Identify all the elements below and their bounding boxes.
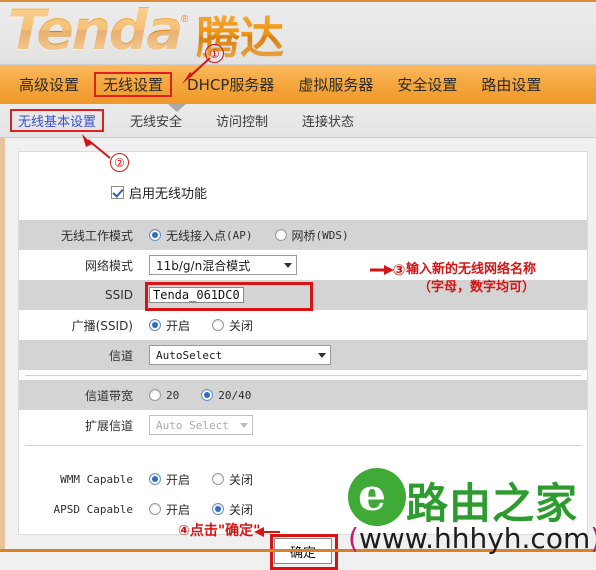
enable-wireless-label: 启用无线功能 xyxy=(129,186,208,202)
spacer-1 xyxy=(19,206,587,220)
network-mode-label: 网络模式 xyxy=(84,258,133,273)
subnav-item-access-control[interactable]: 访问控制 xyxy=(208,109,276,132)
broadcast-radio-group: 开启 关闭 xyxy=(149,317,275,334)
broadcast-option-off[interactable]: 关闭 xyxy=(212,317,253,334)
nav-item-wireless[interactable]: 无线设置 xyxy=(94,72,173,97)
broadcast-option-on[interactable]: 开启 xyxy=(149,317,190,334)
apsd-off-label: 关闭 xyxy=(229,502,254,517)
watermark-url-open-paren: ( xyxy=(348,522,359,555)
ssid-field-wrapper: Tenda_061DC0 xyxy=(145,281,313,311)
channel-bandwidth-row: 信道带宽 20 20/40 xyxy=(19,380,587,410)
wmm-option-on[interactable]: 开启 xyxy=(149,471,190,488)
wmm-off-label: 关闭 xyxy=(229,472,254,487)
subnav-item-wireless-security[interactable]: 无线安全 xyxy=(122,109,190,132)
enable-wireless-row: 启用无线功能 xyxy=(19,178,587,206)
registered-trademark-icon: ® xyxy=(181,14,189,25)
work-mode-row: 无线工作模式 无线接入点 (AP) 网桥 (WDS) xyxy=(19,220,587,250)
apsd-on-radio[interactable] xyxy=(149,503,161,515)
work-mode-option-ap[interactable]: 无线接入点 (AP) xyxy=(149,227,253,244)
chevron-down-icon xyxy=(240,422,248,428)
broadcast-ssid-label: 广播(SSID) xyxy=(71,318,133,333)
wmm-on-label: 开启 xyxy=(166,472,191,487)
wmm-radio-group: 开启 关闭 xyxy=(149,471,275,488)
nav-item-virtual-server[interactable]: 虚拟服务器 xyxy=(289,72,382,97)
apsd-option-off[interactable]: 关闭 xyxy=(212,501,253,518)
wmm-on-radio[interactable] xyxy=(149,473,161,485)
wmm-off-radio[interactable] xyxy=(212,473,225,485)
work-mode-option-wds[interactable]: 网桥 (WDS) xyxy=(274,227,349,244)
work-mode-ap-suffix: (AP) xyxy=(226,228,253,242)
channel-bandwidth-2040-radio[interactable] xyxy=(201,389,214,401)
work-mode-wds-label: 网桥 xyxy=(291,228,316,243)
broadcast-ssid-row: 广播(SSID) 开启 关闭 xyxy=(19,310,587,340)
enable-wireless-checkbox[interactable] xyxy=(111,185,124,199)
network-mode-value: 11b/g/n混合模式 xyxy=(156,258,251,273)
spacer-2 xyxy=(19,450,587,464)
chevron-down-icon xyxy=(318,352,326,358)
main-navigation: 高级设置 无线设置 DHCP服务器 虚拟服务器 安全设置 路由设置 xyxy=(0,64,596,104)
ssid-input[interactable]: Tenda_061DC0 xyxy=(149,286,244,303)
channel-value: AutoSelect xyxy=(156,348,223,362)
annotation-marker-1: ① xyxy=(205,44,224,63)
work-mode-ap-label: 无线接入点 xyxy=(166,228,227,243)
nav-item-dhcp[interactable]: DHCP服务器 xyxy=(178,72,283,97)
channel-label: 信道 xyxy=(108,348,133,363)
site-watermark: e 路由之家 (www.hhhyh.com) xyxy=(348,468,596,555)
annotation-text-4: ④点击"确定" xyxy=(178,523,261,539)
watermark-url-text: www.hhhyh.com xyxy=(358,522,591,555)
channel-bandwidth-label: 信道带宽 xyxy=(84,388,133,403)
annotation-text-3-line1: 输入新的无线网络名称 xyxy=(406,262,537,277)
router-admin-page: Tenda ® 腾达 高级设置 无线设置 DHCP服务器 虚拟服务器 安全设置 … xyxy=(0,0,596,570)
channel-bandwidth-20-radio[interactable] xyxy=(149,389,161,401)
subnav-item-connection-status[interactable]: 连接状态 xyxy=(294,109,362,132)
ssid-label: SSID xyxy=(104,288,133,302)
work-mode-ap-radio[interactable] xyxy=(149,229,161,241)
broadcast-off-radio[interactable] xyxy=(212,319,225,331)
apsd-capable-label: APSD Capable xyxy=(53,502,133,516)
nav-item-routing[interactable]: 路由设置 xyxy=(472,72,550,97)
watermark-url: (www.hhhyh.com) xyxy=(348,522,596,555)
extension-channel-row: 扩展信道 Auto Select xyxy=(19,410,587,440)
work-mode-wds-radio[interactable] xyxy=(274,229,287,241)
channel-bandwidth-2040-label: 20/40 xyxy=(218,388,252,402)
section-divider-2 xyxy=(19,440,587,450)
active-tab-arrow-icon xyxy=(168,104,186,112)
wmm-option-off[interactable]: 关闭 xyxy=(212,471,253,488)
section-divider xyxy=(19,370,587,380)
brand-header: Tenda ® 腾达 xyxy=(0,0,596,64)
apsd-option-on[interactable]: 开启 xyxy=(149,501,190,518)
broadcast-on-label: 开启 xyxy=(166,318,191,333)
tenda-logo: Tenda xyxy=(8,0,183,62)
channel-bandwidth-option-2040[interactable]: 20/40 xyxy=(201,389,251,402)
extension-channel-value: Auto Select xyxy=(156,418,229,432)
work-mode-wds-suffix: (WDS) xyxy=(315,228,349,242)
channel-select[interactable]: AutoSelect xyxy=(149,345,331,365)
channel-bandwidth-20-label: 20 xyxy=(166,388,180,402)
work-mode-label: 无线工作模式 xyxy=(60,228,133,243)
network-mode-select[interactable]: 11b/g/n混合模式 xyxy=(149,255,297,275)
annotation-text-3-line2: （字母，数字均可） xyxy=(418,280,536,295)
apsd-off-radio[interactable] xyxy=(212,503,225,515)
nav-item-advanced[interactable]: 高级设置 xyxy=(10,72,88,97)
extension-channel-label: 扩展信道 xyxy=(84,418,133,433)
channel-row: 信道 AutoSelect xyxy=(19,340,587,370)
broadcast-off-label: 关闭 xyxy=(229,318,254,333)
channel-bandwidth-radio-group: 20 20/40 xyxy=(149,389,273,402)
work-mode-radio-group: 无线接入点 (AP) 网桥 (WDS) xyxy=(149,227,371,244)
apsd-radio-group: 开启 关闭 xyxy=(149,501,275,518)
nav-item-security[interactable]: 安全设置 xyxy=(388,72,466,97)
broadcast-on-radio[interactable] xyxy=(149,319,161,331)
extension-channel-select: Auto Select xyxy=(149,415,253,435)
apsd-on-label: 开启 xyxy=(166,502,191,517)
annotation-marker-2: ② xyxy=(110,153,129,172)
watermark-e-glyph-icon: e xyxy=(358,470,386,521)
watermark-url-close-paren: ) xyxy=(590,522,596,555)
chevron-down-icon xyxy=(284,262,292,268)
subnav-item-wireless-basic[interactable]: 无线基本设置 xyxy=(10,109,105,132)
channel-bandwidth-option-20[interactable]: 20 xyxy=(149,389,179,402)
wmm-capable-label: WMM Capable xyxy=(60,472,133,486)
annotation-marker-3: ③ xyxy=(392,260,406,279)
sub-navigation: 无线基本设置 无线安全 访问控制 连接状态 xyxy=(0,104,596,138)
